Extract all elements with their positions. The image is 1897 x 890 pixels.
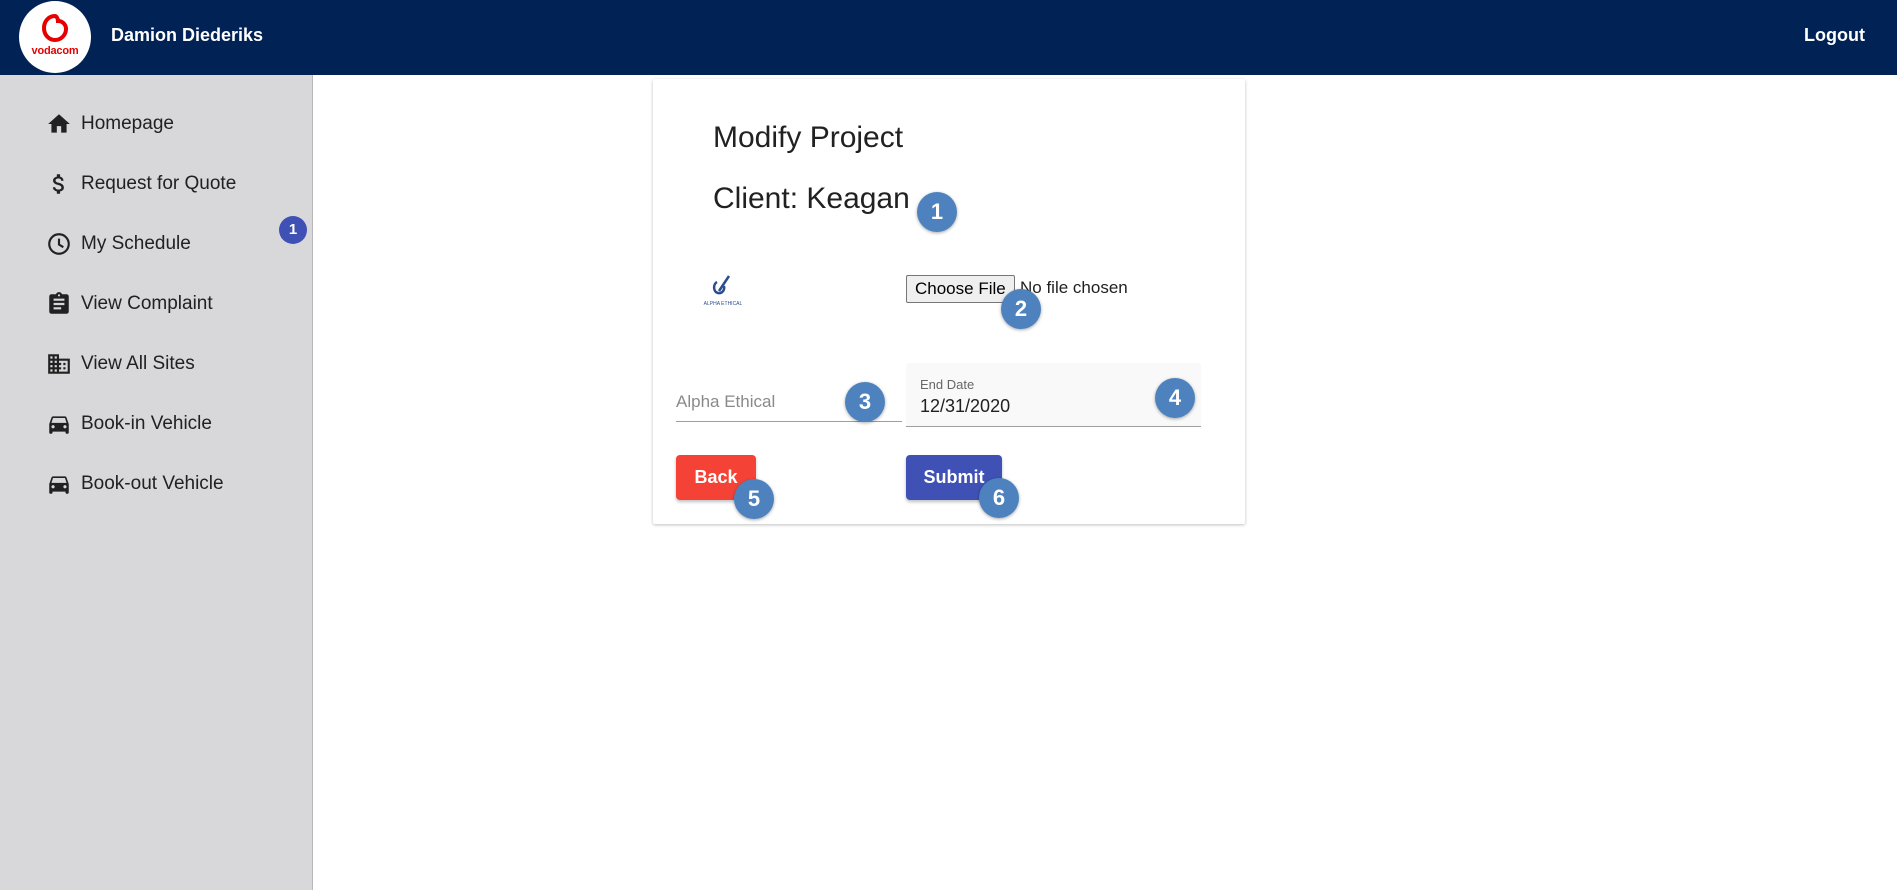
sidebar: Homepage Request for Quote My Schedule V…: [0, 75, 313, 890]
sidebar-item-homepage[interactable]: Homepage: [46, 109, 174, 139]
sidebar-item-request-for-quote[interactable]: Request for Quote: [46, 169, 236, 199]
modify-project-card: Modify Project Client: Keagan ALPHA ETHI…: [653, 79, 1245, 524]
page-title: Modify Project: [713, 121, 904, 154]
annotation-marker-6: 6: [979, 478, 1019, 518]
logout-button[interactable]: Logout: [1804, 25, 1865, 46]
notification-badge: 1: [279, 216, 307, 244]
annotation-marker-1: 1: [917, 192, 957, 232]
home-icon: [48, 114, 70, 133]
car-icon: [49, 476, 69, 494]
sidebar-item-book-in-vehicle[interactable]: Book-in Vehicle: [46, 409, 212, 439]
annotation-marker-4: 4: [1155, 378, 1195, 418]
sidebar-item-label: View Complaint: [81, 293, 213, 314]
annotation-marker-5: 5: [734, 479, 774, 519]
sidebar-item-label: Homepage: [81, 113, 174, 134]
project-logo-thumbnail: ALPHA ETHICAL: [699, 272, 747, 317]
end-date-value: 12/31/2020: [920, 396, 1011, 416]
clock-icon: [48, 233, 70, 255]
vodacom-logo: vodacom: [19, 1, 91, 73]
sidebar-item-label: View All Sites: [81, 353, 195, 374]
sidebar-item-label: Book-in Vehicle: [81, 413, 212, 434]
clipboard-icon: [49, 292, 69, 314]
top-app-bar: vodacom Damion Diederiks Logout: [0, 0, 1897, 75]
sidebar-item-view-all-sites[interactable]: View All Sites: [46, 349, 195, 379]
car-icon: [49, 416, 69, 434]
building-icon: [48, 354, 70, 374]
client-name: Client: Keagan: [713, 182, 910, 215]
logo-wordmark: vodacom: [31, 45, 79, 57]
username: Damion Diederiks: [111, 25, 264, 45]
sidebar-item-label: My Schedule: [81, 233, 191, 254]
end-date-label: End Date: [920, 377, 975, 392]
annotation-marker-2: 2: [1001, 289, 1041, 329]
sidebar-item-my-schedule[interactable]: My Schedule: [46, 229, 191, 259]
project-name-placeholder: Alpha Ethical: [676, 392, 776, 411]
sidebar-item-view-complaint[interactable]: View Complaint: [46, 289, 213, 319]
thumbnail-text: ALPHA ETHICAL: [704, 301, 743, 307]
choose-file-button[interactable]: Choose File: [906, 275, 1015, 303]
annotation-marker-3: 3: [845, 382, 885, 422]
sidebar-item-label: Book-out Vehicle: [81, 473, 224, 494]
sidebar-item-label: Request for Quote: [81, 173, 237, 194]
dollar-icon: [52, 174, 64, 194]
vodacom-speechmark-icon: [41, 13, 69, 43]
sidebar-item-book-out-vehicle[interactable]: Book-out Vehicle: [46, 469, 224, 499]
